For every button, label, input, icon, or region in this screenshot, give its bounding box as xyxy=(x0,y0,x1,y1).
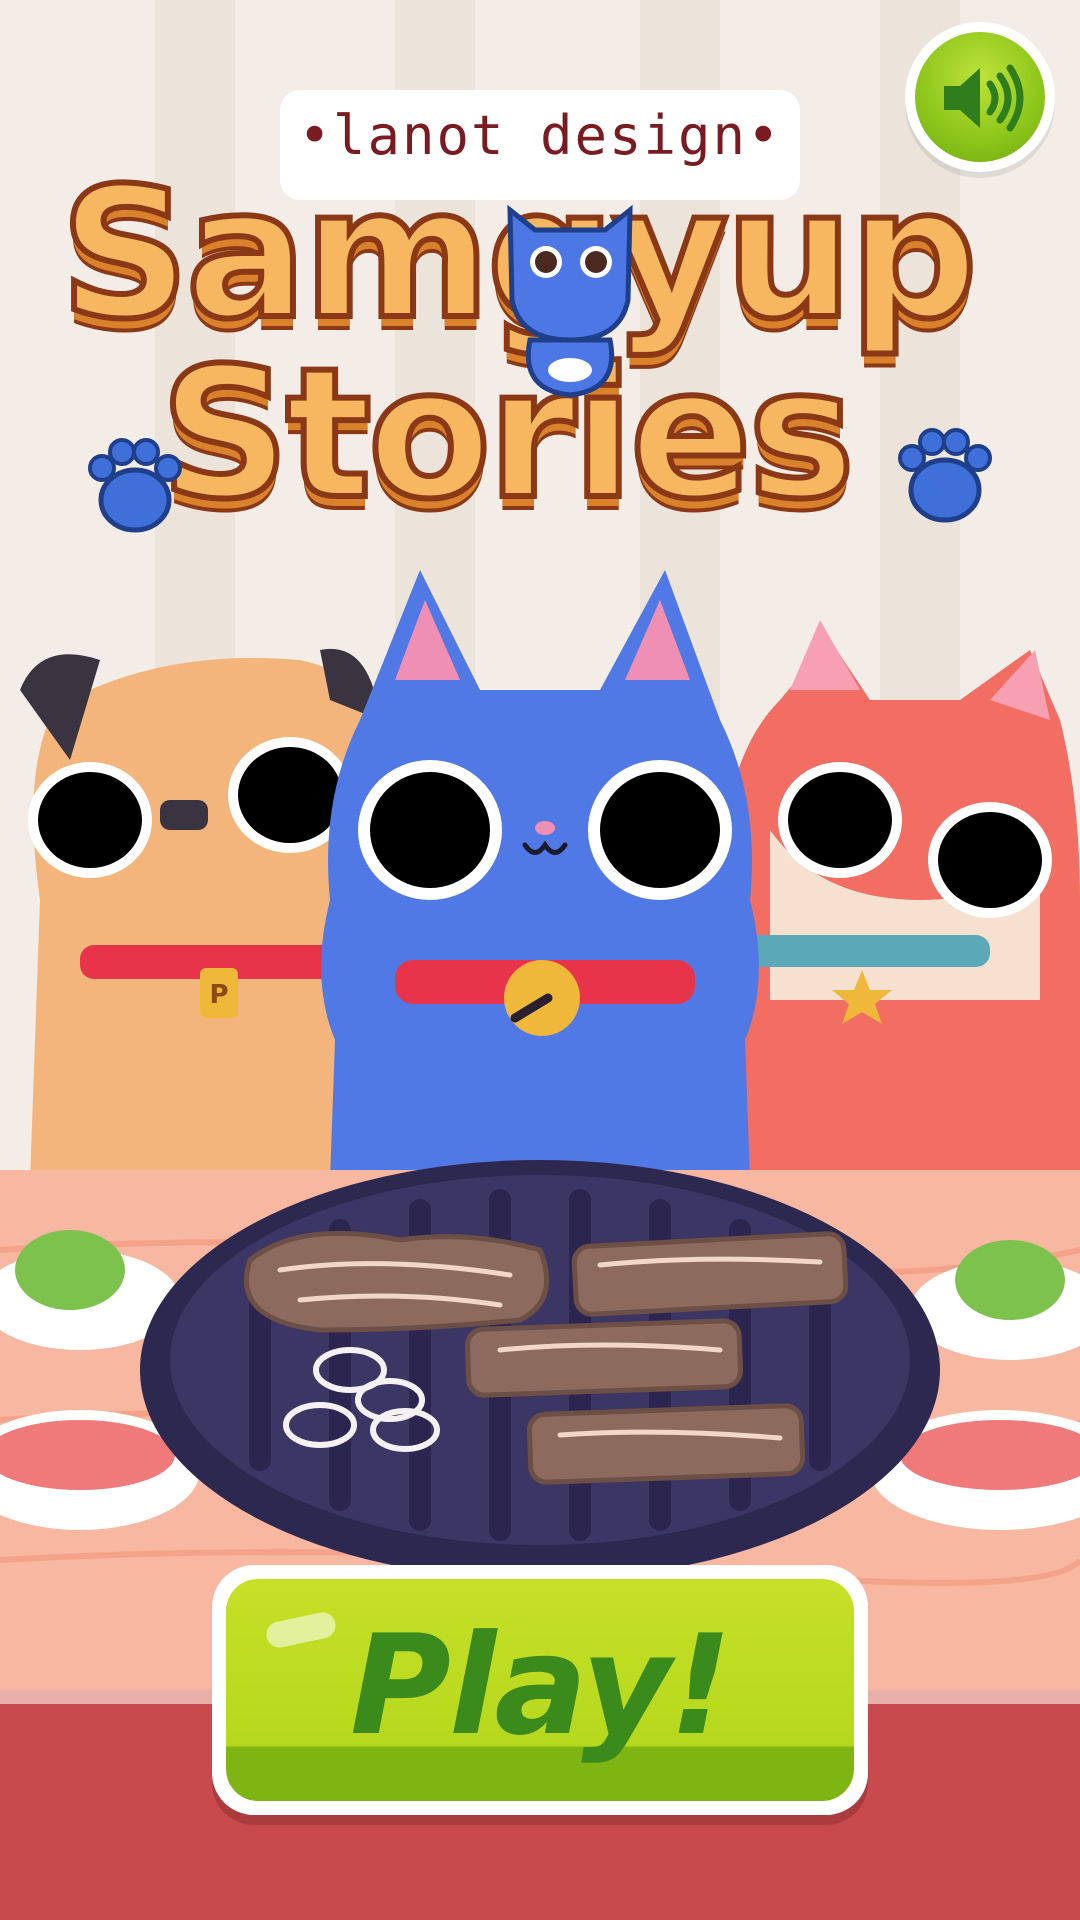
left-paw-icon xyxy=(88,438,182,533)
play-button[interactable]: Play! xyxy=(212,1565,868,1815)
svg-text:P: P xyxy=(209,980,228,1010)
logo-cat-icon xyxy=(507,204,633,398)
right-paw-icon xyxy=(898,428,992,523)
play-button-label: Play! xyxy=(349,1605,732,1766)
speaker-volume-icon xyxy=(944,64,1024,132)
bbq-grill xyxy=(140,1160,940,1580)
